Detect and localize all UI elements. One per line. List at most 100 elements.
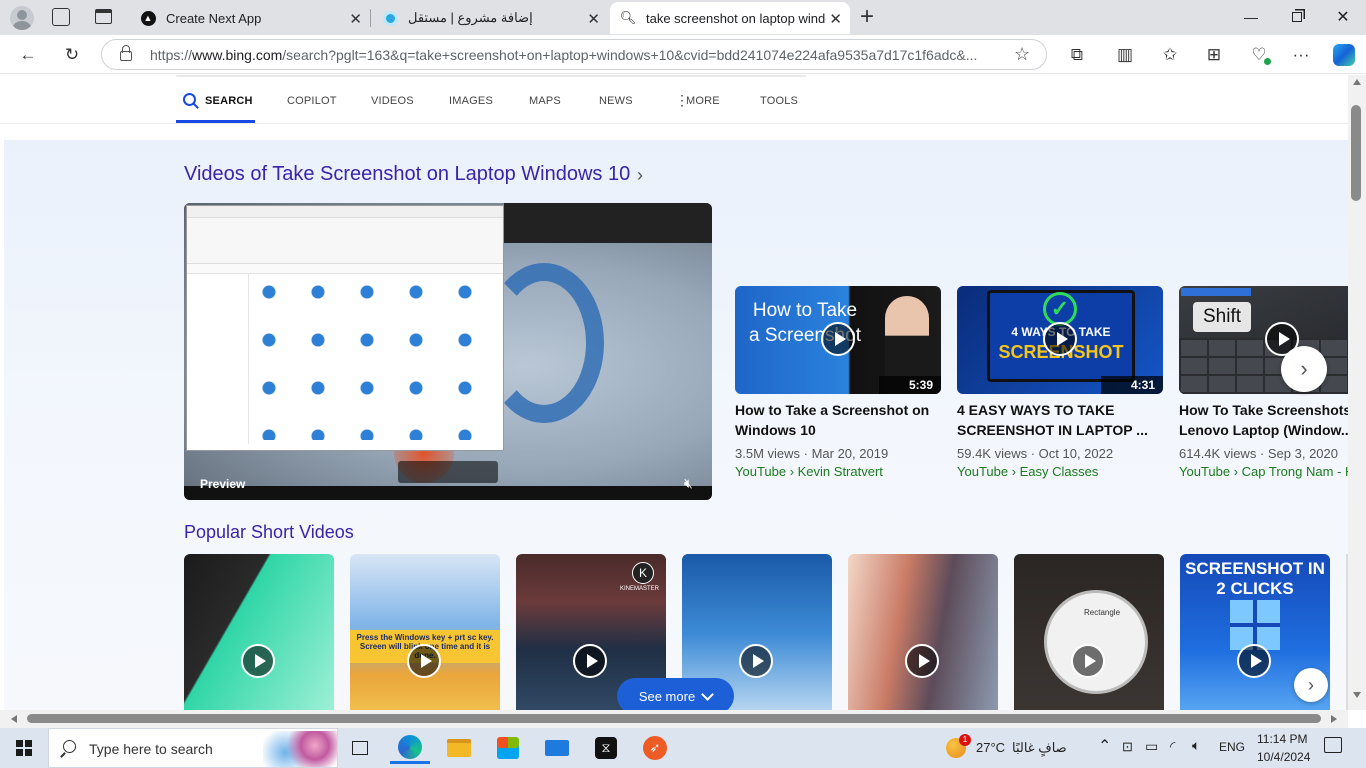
play-icon[interactable]	[1237, 644, 1271, 678]
wifi-icon[interactable]: ◜	[1170, 738, 1175, 755]
url-text[interactable]: https://www.bing.com/search?pglt=163&q=t…	[150, 47, 1010, 63]
store-app-icon[interactable]	[488, 732, 528, 764]
nav-more[interactable]: MORE	[686, 95, 720, 107]
postman-app-icon[interactable]: ➶	[635, 732, 675, 764]
video-title[interactable]: How to Take a Screenshot on Windows 10	[735, 400, 945, 440]
carousel-next-button[interactable]: ›	[1281, 346, 1327, 392]
browser-essentials-icon[interactable]: ♡	[1246, 42, 1272, 68]
nav-copilot[interactable]: COPILOT	[287, 95, 337, 107]
see-more-button[interactable]: See more	[617, 678, 734, 710]
play-icon[interactable]	[407, 644, 441, 678]
settings-more-icon[interactable]: ···	[1288, 42, 1314, 68]
shorts-next-button[interactable]: ›	[1294, 668, 1328, 702]
window-close-icon[interactable]: ✕	[1320, 0, 1366, 34]
scroll-right-icon[interactable]	[1331, 715, 1337, 723]
scroll-thumb[interactable]	[1351, 105, 1361, 201]
vertical-scrollbar[interactable]	[1348, 75, 1366, 710]
copilot-icon[interactable]	[1331, 42, 1357, 68]
search-icon-handle	[193, 103, 199, 109]
video-source[interactable]: YouTube › Cap Trong Nam - H	[1179, 464, 1348, 479]
refresh-icon[interactable]: ↻	[59, 42, 85, 68]
close-tab-icon[interactable]: ✕	[587, 10, 600, 28]
show-hidden-icons-icon[interactable]: ⌃	[1098, 736, 1111, 756]
address-bar[interactable]: https://www.bing.com/search?pglt=163&q=t…	[101, 39, 1047, 70]
volume-icon[interactable]: 🔈︎	[1192, 737, 1200, 754]
weather-text[interactable]: صافٍ غالبًا	[1012, 740, 1067, 756]
tab-mostaql[interactable]: إضافة مشروع | مستقل ✕	[372, 2, 608, 34]
video-source[interactable]: YouTube › Easy Classes	[957, 464, 1098, 479]
chevron-right-icon[interactable]: ›	[637, 165, 643, 186]
preview-top-bar	[504, 203, 712, 243]
clock-date[interactable]: 10/4/2024	[1257, 750, 1310, 764]
play-icon[interactable]	[1071, 644, 1105, 678]
back-icon[interactable]: ←	[15, 42, 41, 68]
mute-icon[interactable]: 🔇︎	[684, 475, 693, 492]
nav-search[interactable]: SEARCH	[205, 95, 253, 107]
chevron-down-icon	[701, 687, 715, 701]
start-windows-icon[interactable]	[16, 740, 32, 756]
nav-news[interactable]: NEWS	[599, 95, 633, 107]
capcut-app-icon[interactable]: ⧖	[586, 732, 626, 764]
video-thumbnail[interactable]: ✓ 4 WAYS TO TAKE SCREENSHOT 4:31	[957, 286, 1163, 394]
see-more-label: See more	[638, 688, 696, 704]
url-domain: www.bing.com	[192, 47, 283, 63]
play-icon[interactable]	[905, 644, 939, 678]
edge-app-icon[interactable]	[390, 732, 430, 764]
play-icon[interactable]	[573, 644, 607, 678]
video-source[interactable]: YouTube › Kevin Stratvert	[735, 464, 883, 479]
video-title[interactable]: How To Take Screenshots on Lenovo Laptop …	[1179, 400, 1348, 440]
restore-icon[interactable]	[1274, 0, 1320, 34]
close-tab-icon[interactable]: ✕	[349, 10, 362, 28]
hscroll-thumb[interactable]	[27, 714, 1321, 723]
favorites-icon[interactable]: ✩	[1157, 42, 1183, 68]
nav-images[interactable]: IMAGES	[449, 95, 493, 107]
nav-tools[interactable]: TOOLS	[760, 95, 798, 107]
task-view-icon[interactable]	[340, 732, 380, 764]
short-video[interactable]: Press the Windows key + prt sc key. Scre…	[350, 554, 500, 710]
favorite-star-icon[interactable]: ☆	[1014, 44, 1030, 65]
split-screen-icon[interactable]: ▥	[1112, 42, 1138, 68]
clock-time[interactable]: 11:14 PM	[1257, 732, 1307, 746]
videos-section-title[interactable]: Videos of Take Screenshot on Laptop Wind…	[184, 163, 630, 186]
collections-icon[interactable]: ⊞	[1201, 42, 1227, 68]
notifications-icon[interactable]	[1324, 737, 1342, 753]
taskbar-search[interactable]: Type here to search	[48, 728, 338, 768]
short-overlay-text: SCREENSHOT IN 2 CLICKS	[1185, 559, 1325, 598]
battery-icon[interactable]: ▭	[1145, 738, 1158, 755]
profile-icon[interactable]	[10, 6, 34, 30]
minimize-icon[interactable]: —	[1228, 0, 1274, 34]
mail-app-icon[interactable]	[537, 732, 577, 764]
url-path: /search?pglt=163&q=take+screenshot+on+la…	[282, 47, 978, 63]
tab-create-next-app[interactable]: ▲ Create Next App ✕	[130, 2, 370, 34]
file-explorer-window	[186, 205, 504, 451]
bing-nav: SEARCH COPILOT VIDEOS IMAGES MAPS NEWS ⋮…	[0, 75, 1348, 124]
video-thumbnail[interactable]: How to Take a Screenshot 5:39	[735, 286, 941, 394]
short-video[interactable]	[184, 554, 334, 710]
preview-video[interactable]: Preview 🔇︎	[184, 203, 712, 500]
nav-maps[interactable]: MAPS	[529, 95, 561, 107]
tab-bing-search[interactable]: 🔍︎ take screenshot on laptop window ✕	[610, 2, 850, 34]
new-tab-button[interactable]: +	[860, 3, 874, 31]
extensions-icon[interactable]: ⧉	[1064, 42, 1090, 68]
weather-temp[interactable]: 27°C	[976, 740, 1005, 755]
nav-videos[interactable]: VIDEOS	[371, 95, 414, 107]
play-icon[interactable]	[739, 644, 773, 678]
short-videos-title[interactable]: Popular Short Videos	[184, 522, 354, 543]
horizontal-scrollbar[interactable]	[0, 710, 1348, 728]
close-tab-icon[interactable]: ✕	[829, 10, 842, 28]
input-language[interactable]: ENG	[1219, 740, 1245, 754]
scroll-down-icon[interactable]	[1353, 692, 1361, 698]
play-icon[interactable]	[1043, 322, 1077, 356]
thumb-label-strip	[1181, 288, 1251, 296]
scroll-left-icon[interactable]	[11, 715, 17, 723]
workspaces-icon[interactable]	[52, 8, 70, 26]
scroll-up-icon[interactable]	[1353, 79, 1361, 85]
short-video[interactable]	[848, 554, 998, 710]
network-status-icon[interactable]: ⊡	[1122, 739, 1133, 755]
short-video[interactable]: Rectangle	[1014, 554, 1164, 710]
play-icon[interactable]	[241, 644, 275, 678]
play-icon[interactable]	[821, 322, 855, 356]
video-title[interactable]: 4 EASY WAYS TO TAKE SCREENSHOT IN LAPTOP …	[957, 400, 1167, 440]
file-explorer-app-icon[interactable]	[439, 732, 479, 764]
tab-actions-icon[interactable]	[95, 9, 112, 24]
